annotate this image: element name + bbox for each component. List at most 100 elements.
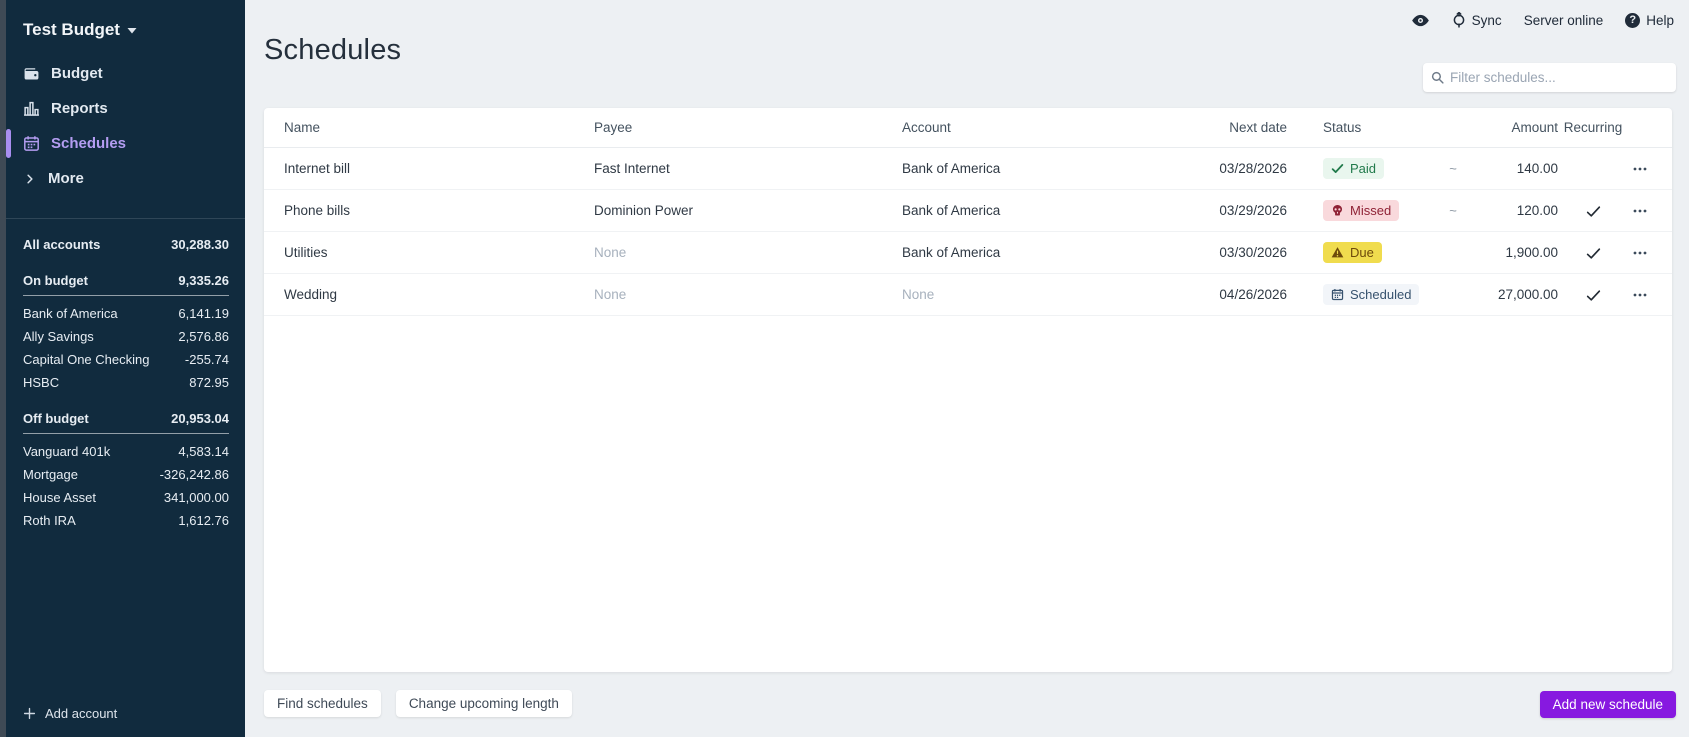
account-row[interactable]: Capital One Checking -255.74 [23,348,229,371]
schedule-account: Bank of America [902,203,1157,218]
account-row[interactable]: Vanguard 401k 4,583.14 [23,440,229,463]
account-row[interactable]: Roth IRA 1,612.76 [23,509,229,532]
budget-switcher[interactable]: Test Budget [6,0,245,40]
server-status[interactable]: Server online [1524,13,1604,28]
skull-icon [1331,204,1344,217]
column-header-status[interactable]: Status [1287,120,1433,135]
schedule-payee: Dominion Power [594,203,902,218]
sidebar-item-budget[interactable]: Budget [6,56,245,91]
schedule-name: Internet bill [284,161,594,176]
schedule-name: Wedding [284,287,594,302]
sync-label: Sync [1472,13,1502,28]
row-menu-cell [1628,161,1652,177]
check-icon [1331,162,1344,175]
status-badge: Scheduled [1323,284,1419,305]
status-badge: Due [1323,242,1382,263]
schedule-amount: 120.00 [1473,203,1558,218]
approx-indicator: ~ [1433,203,1473,218]
schedule-amount: 140.00 [1473,161,1558,176]
topbar: Sync Server online ? Help [245,0,1689,30]
accounts-list: All accounts 30,288.30 On budget 9,335.2… [6,218,245,532]
sidebar-item-reports[interactable]: Reports [6,91,245,126]
schedule-next-date: 03/28/2026 [1157,161,1287,176]
column-header-payee[interactable]: Payee [594,120,902,135]
account-label: All accounts [23,237,100,252]
help-button[interactable]: ? Help [1625,13,1674,28]
account-balance: 341,000.00 [164,490,229,505]
sidebar-item-schedules[interactable]: Schedules [6,126,245,161]
schedule-next-date: 03/29/2026 [1157,203,1287,218]
sidebar-item-more[interactable]: More [6,161,245,196]
row-menu-button[interactable] [1632,245,1648,261]
column-header-recurring[interactable]: Recurring [1558,120,1628,135]
schedule-account: None [902,287,1157,302]
account-row[interactable]: House Asset 341,000.00 [23,486,229,509]
column-header-account[interactable]: Account [902,120,1157,135]
add-account-button[interactable]: Add account [6,706,245,737]
filter-schedules-box [1423,63,1676,92]
account-label: House Asset [23,490,96,505]
search-icon [1431,71,1444,84]
account-balance: 1,612.76 [178,513,229,528]
schedules-footer: Find schedules Change upcoming length [264,690,1689,717]
status-label: Paid [1350,161,1376,176]
status-badge: Missed [1323,200,1399,221]
schedule-row[interactable]: Internet bill Fast Internet Bank of Amer… [264,148,1672,190]
eye-icon [1411,14,1430,27]
add-account-label: Add account [45,706,117,721]
sync-icon [1452,12,1466,28]
question-circle-icon: ? [1625,13,1640,28]
status-badge: Paid [1323,158,1384,179]
account-row[interactable]: Mortgage -326,242.86 [23,463,229,486]
schedule-row[interactable]: Utilities None Bank of America 03/30/202… [264,232,1672,274]
off-budget-header[interactable]: Off budget 20,953.04 [23,407,229,434]
row-menu-button[interactable] [1632,203,1648,219]
server-status-label: Server online [1524,13,1604,28]
schedule-name: Phone bills [284,203,594,218]
row-menu-cell [1628,287,1652,303]
schedule-payee: Fast Internet [594,161,902,176]
help-label: Help [1646,13,1674,28]
main-content: Sync Server online ? Help Schedules Name… [245,0,1689,737]
off-budget-items: Vanguard 401k 4,583.14 Mortgage -326,242… [23,440,229,532]
account-group-balance: 9,335.26 [178,273,229,288]
sync-button[interactable]: Sync [1452,12,1502,28]
budget-name: Test Budget [23,20,120,40]
on-budget-header[interactable]: On budget 9,335.26 [23,269,229,296]
account-balance: 30,288.30 [171,237,229,252]
find-schedules-button[interactable]: Find schedules [264,690,381,717]
column-header-amount[interactable]: Amount [1473,120,1558,135]
all-accounts-row[interactable]: All accounts 30,288.30 [23,233,229,256]
bar-chart-icon [23,100,40,117]
row-menu-button[interactable] [1632,161,1648,177]
row-menu-cell [1628,203,1652,219]
column-header-name[interactable]: Name [284,120,594,135]
sidebar-nav: Budget Reports Schedules More [6,56,245,196]
schedule-status: Paid [1287,158,1433,179]
filter-schedules-input[interactable] [1450,70,1668,85]
account-row[interactable]: Ally Savings 2,576.86 [23,325,229,348]
schedule-row[interactable]: Phone bills Dominion Power Bank of Ameri… [264,190,1672,232]
add-new-schedule-button[interactable]: Add new schedule [1540,691,1676,718]
sidebar-spacer [6,532,245,706]
account-row[interactable]: Bank of America 6,141.19 [23,302,229,325]
schedule-row[interactable]: Wedding None None 04/26/2026 Scheduled 2… [264,274,1672,316]
schedule-status: Due [1287,242,1433,263]
table-header: Name Payee Account Next date Status Amou… [264,108,1672,148]
schedule-payee: None [594,287,902,302]
schedules-table: Name Payee Account Next date Status Amou… [264,108,1672,672]
row-menu-button[interactable] [1632,287,1648,303]
column-header-next-date[interactable]: Next date [1157,120,1287,135]
schedule-payee: None [594,245,902,260]
account-row[interactable]: HSBC 872.95 [23,371,229,394]
account-label: Ally Savings [23,329,94,344]
privacy-toggle-button[interactable] [1411,14,1430,27]
chevron-right-icon [23,170,37,187]
status-label: Missed [1350,203,1391,218]
calendar-icon [23,135,40,152]
sidebar-item-label: Budget [51,65,103,82]
change-upcoming-length-button[interactable]: Change upcoming length [396,690,572,717]
warning-triangle-icon [1331,246,1344,259]
caret-down-icon [127,27,137,34]
sidebar-item-label: More [48,170,84,187]
